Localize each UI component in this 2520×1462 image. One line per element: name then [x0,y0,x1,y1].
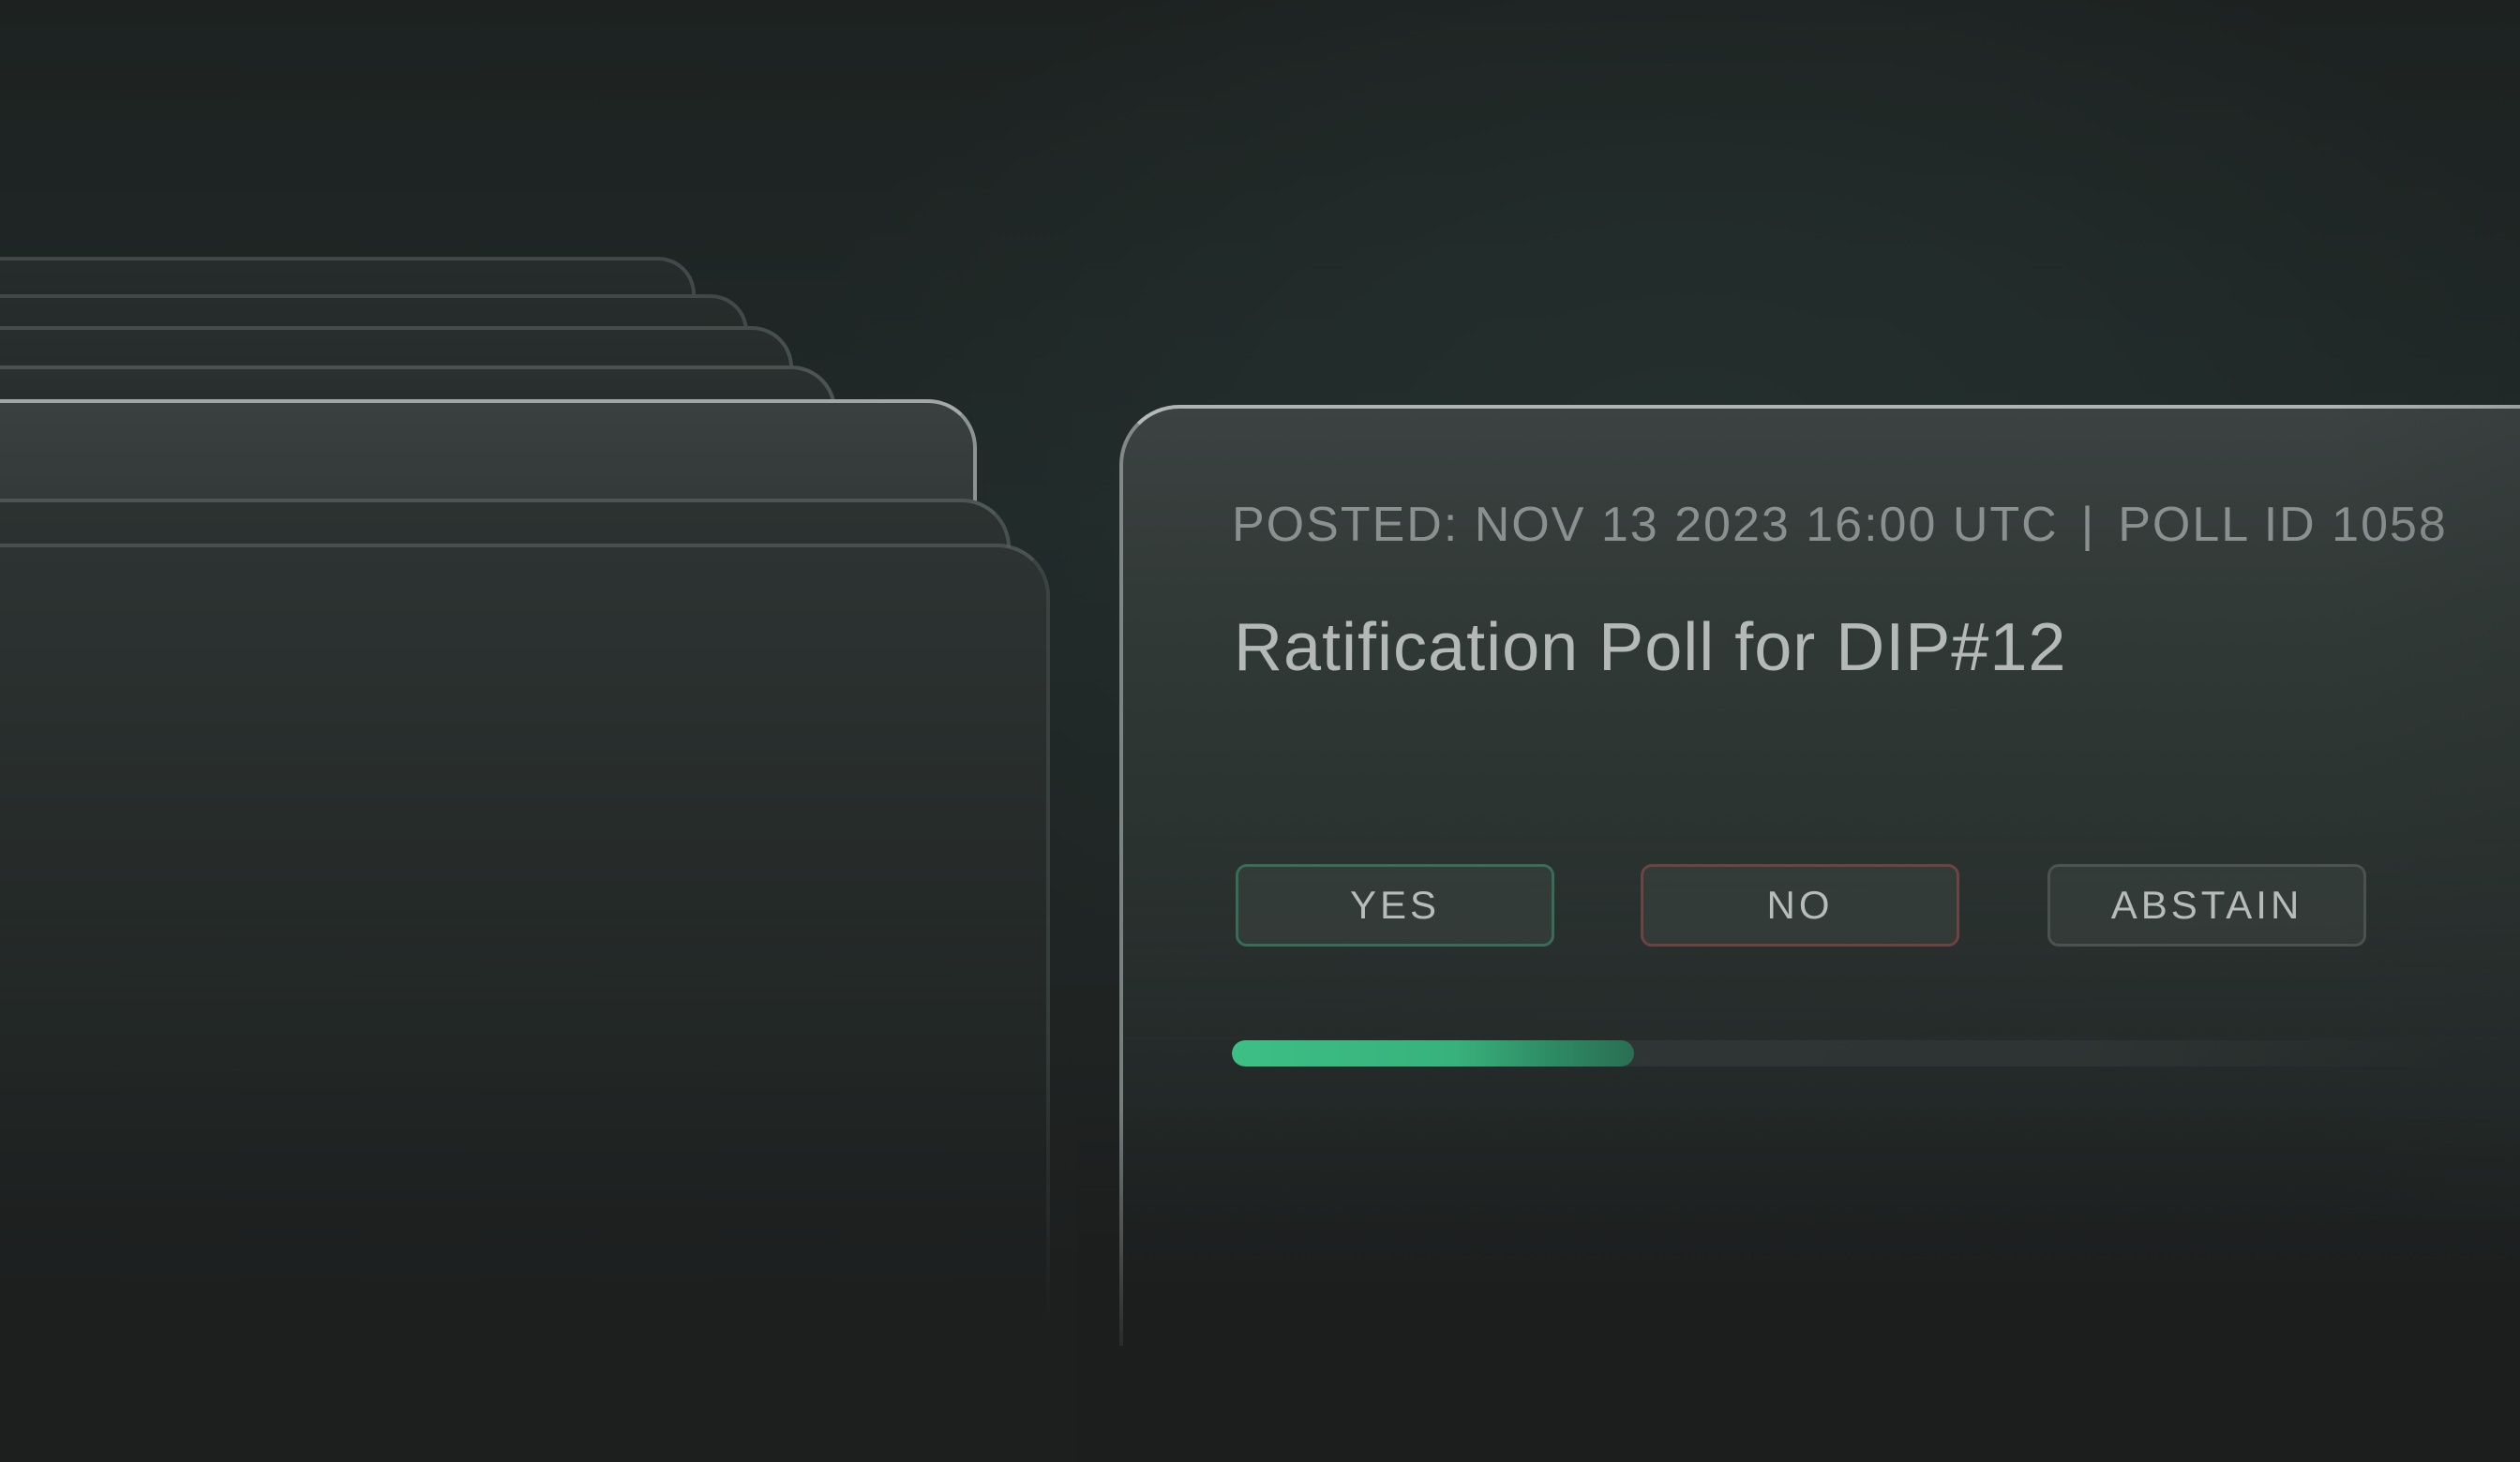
right-edge-fade [2332,375,2520,1218]
vote-abstain-button[interactable]: ABSTAIN [2048,864,2366,947]
meta-separator: | [2080,498,2096,552]
poll-card-fade-overlay [1078,1106,2520,1462]
poll-title: Ratification Poll for DIP#12 [1234,610,2067,685]
posted-timestamp: POSTED: NOV 13 2023 16:00 UTC [1232,498,2059,552]
poll-progress-bar [1232,1040,2451,1067]
stack-fade-overlay [0,1031,1125,1462]
vote-yes-button[interactable]: YES [1236,864,1554,947]
canvas: POSTED: NOV 13 2023 16:00 UTC | POLL ID 10… [0,0,2520,1462]
vote-no-button[interactable]: NO [1641,864,1959,947]
poll-progress-fill [1232,1040,1634,1067]
poll-meta: POSTED: NOV 13 2023 16:00 UTC | POLL ID 10… [1232,497,2448,553]
